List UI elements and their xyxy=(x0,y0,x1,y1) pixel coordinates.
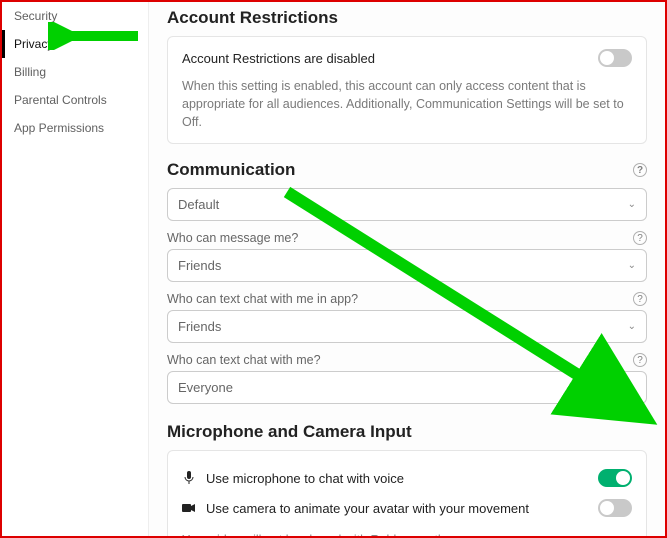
restrictions-toggle[interactable] xyxy=(598,49,632,67)
communication-heading: Communication ? xyxy=(167,160,647,180)
sidebar-item-security[interactable]: Security xyxy=(2,2,148,30)
help-icon[interactable]: ? xyxy=(633,231,647,245)
cam-toggle[interactable] xyxy=(598,499,632,517)
sidebar-item-label: Privacy xyxy=(14,37,53,51)
sidebar-item-parental-controls[interactable]: Parental Controls xyxy=(2,86,148,114)
sidebar-item-label: Security xyxy=(14,9,57,23)
select-value: Default xyxy=(178,197,219,212)
text-chat-select[interactable]: Everyone ⌄ xyxy=(167,371,647,404)
help-icon[interactable]: ? xyxy=(633,292,647,306)
sidebar-item-label: Billing xyxy=(14,65,46,79)
sidebar-item-billing[interactable]: Billing xyxy=(2,58,148,86)
sidebar-item-label: Parental Controls xyxy=(14,93,107,107)
inapp-chat-select[interactable]: Friends ⌄ xyxy=(167,310,647,343)
message-select[interactable]: Friends ⌄ xyxy=(167,249,647,282)
help-icon[interactable]: ? xyxy=(633,163,647,177)
select-value: Friends xyxy=(178,319,221,334)
text-chat-field-label: Who can text chat with me? ? xyxy=(167,353,647,367)
settings-sidebar: Security Privacy Billing Parental Contro… xyxy=(2,2,149,536)
chevron-down-icon: ⌄ xyxy=(628,321,636,332)
mic-cam-card: Use microphone to chat with voice Use ca… xyxy=(167,450,647,536)
chevron-down-icon: ⌄ xyxy=(628,260,636,271)
camera-icon xyxy=(182,503,196,513)
select-value: Everyone xyxy=(178,380,233,395)
select-value: Friends xyxy=(178,258,221,273)
mic-cam-heading: Microphone and Camera Input xyxy=(167,422,647,442)
mic-toggle[interactable] xyxy=(598,469,632,487)
account-restrictions-heading: Account Restrictions xyxy=(167,8,647,28)
restrictions-status-label: Account Restrictions are disabled xyxy=(182,51,375,66)
main-panel: Account Restrictions Account Restriction… xyxy=(149,2,665,536)
sidebar-item-label: App Permissions xyxy=(14,121,104,135)
inapp-chat-field-label: Who can text chat with me in app? ? xyxy=(167,292,647,306)
cam-label: Use camera to animate your avatar with y… xyxy=(206,501,588,516)
chevron-down-icon: ⌄ xyxy=(628,382,636,393)
sidebar-item-app-permissions[interactable]: App Permissions xyxy=(2,114,148,142)
microphone-icon xyxy=(182,471,196,485)
message-field-label: Who can message me? ? xyxy=(167,231,647,245)
account-restrictions-card: Account Restrictions are disabled When t… xyxy=(167,36,647,144)
communication-default-select[interactable]: Default ⌄ xyxy=(167,188,647,221)
mic-label: Use microphone to chat with voice xyxy=(206,471,588,486)
mic-cam-note: Your video will not be shared with Roblo… xyxy=(182,533,632,536)
restrictions-description: When this setting is enabled, this accou… xyxy=(182,77,632,131)
help-icon[interactable]: ? xyxy=(633,353,647,367)
app-frame: Security Privacy Billing Parental Contro… xyxy=(0,0,667,538)
sidebar-item-privacy[interactable]: Privacy xyxy=(2,30,148,58)
chevron-down-icon: ⌄ xyxy=(628,199,636,210)
